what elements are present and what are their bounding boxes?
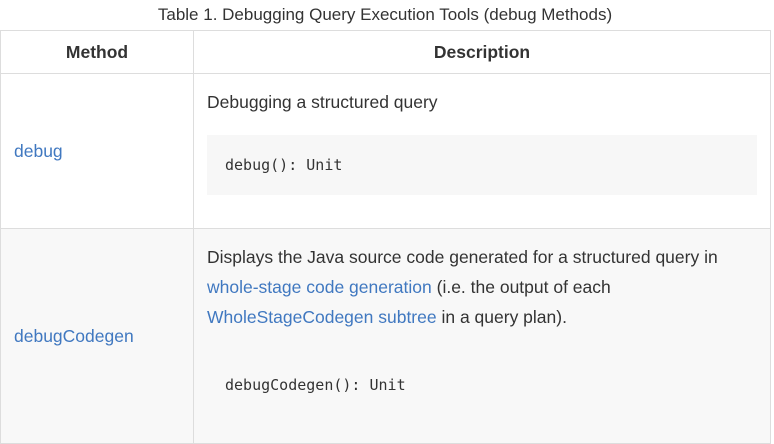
method-column-header: Method	[0, 30, 194, 74]
table-caption: Table 1. Debugging Query Execution Tools…	[157, 5, 613, 24]
description-cell: Displays the Java source code generated …	[193, 228, 771, 444]
methods-table: Method Description debug Debugging a str…	[0, 30, 771, 444]
method-cell: debug	[0, 73, 194, 229]
table-header-row: Method Description	[0, 30, 771, 74]
method-link-debugcodegen[interactable]: debugCodegen	[14, 326, 134, 346]
method-link-debug[interactable]: debug	[14, 141, 63, 161]
description-text-pre: Displays the Java source code generated …	[207, 247, 718, 267]
description-column-header: Description	[193, 30, 771, 74]
code-block: debug(): Unit	[207, 135, 757, 195]
table-row: debug Debugging a structured query debug…	[0, 73, 771, 229]
description-text-post: in a query plan).	[436, 307, 567, 327]
wholestagecodegen-subtree-link[interactable]: WholeStageCodegen subtree	[207, 307, 437, 327]
method-cell: debugCodegen	[0, 228, 194, 444]
description-text: Debugging a structured query	[207, 92, 438, 112]
whole-stage-codegen-link[interactable]: whole-stage code generation	[207, 277, 432, 297]
description-text-mid: (i.e. the output of each	[431, 277, 611, 297]
code-block: debugCodegen(): Unit	[207, 355, 757, 415]
description-cell: Debugging a structured query debug(): Un…	[193, 73, 771, 229]
description-text: Displays the Java source code generated …	[207, 242, 757, 332]
table-row: debugCodegen Displays the Java source co…	[0, 228, 771, 444]
